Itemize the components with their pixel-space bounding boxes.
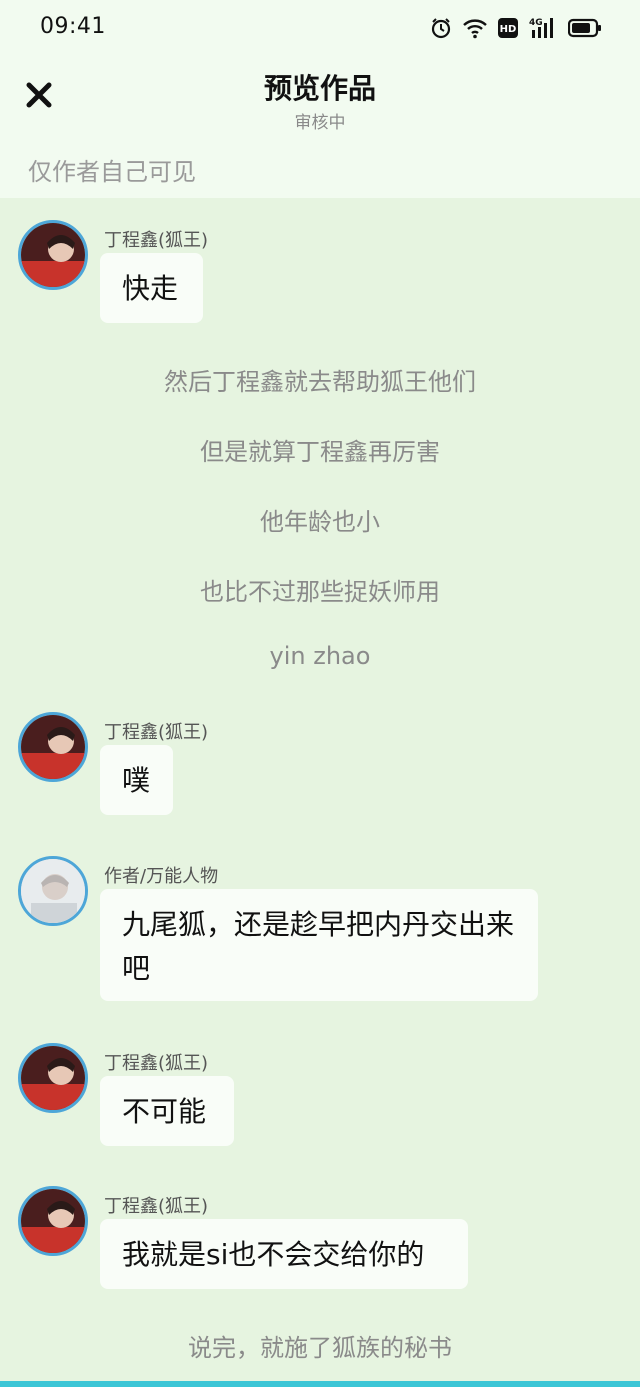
message-bubble: 不可能 (100, 1076, 234, 1146)
avatar[interactable] (18, 712, 88, 782)
narration-text: 他年龄也小 (260, 508, 380, 536)
avatar[interactable] (18, 220, 88, 290)
page-title: 预览作品 (263, 72, 376, 105)
sender-name: 丁程鑫(狐王) (104, 230, 209, 251)
message-bubble: 九尾狐，还是趁早把内丹交出来吧 (100, 889, 538, 1001)
battery-icon (568, 18, 602, 38)
sender-name: 丁程鑫(狐王) (104, 1053, 209, 1074)
avatar[interactable] (18, 1186, 88, 1256)
sender-name: 丁程鑫(狐王) (104, 1196, 209, 1217)
avatar[interactable] (18, 856, 88, 926)
sender-name: 丁程鑫(狐王) (104, 722, 209, 743)
svg-text:HD: HD (500, 24, 517, 35)
message-bubble: 我就是si也不会交给你的 (100, 1219, 468, 1289)
signal-4g-icon: 4G (528, 16, 558, 40)
narration-text: yin zhao (269, 642, 371, 670)
sender-name: 作者/万能人物 (104, 866, 219, 887)
avatar[interactable] (18, 1043, 88, 1113)
review-status: 审核中 (294, 113, 346, 133)
svg-text:4G: 4G (529, 18, 543, 28)
message-bubble: 快走 (100, 253, 203, 323)
status-time: 09:41 (40, 14, 106, 39)
narration-text: 也比不过那些捉妖师用 (200, 578, 440, 606)
wifi-icon (462, 17, 488, 39)
hd-icon: HD (498, 18, 518, 38)
narration-text: 然后丁程鑫就去帮助狐王他们 (164, 368, 476, 396)
visibility-notice: 仅作者自己可见 (28, 158, 196, 186)
chat-area[interactable]: 丁程鑫(狐王) 快走 然后丁程鑫就去帮助狐王他们 但是就算丁程鑫再厉害 他年龄也… (0, 198, 640, 1381)
scroll-indicator (0, 1381, 640, 1387)
status-bar: 09:41 HD 4G (0, 0, 640, 56)
status-icons: HD 4G (430, 14, 602, 42)
alarm-icon (430, 17, 452, 39)
narration-text: 但是就算丁程鑫再厉害 (200, 438, 440, 466)
header: 预览作品 审核中 仅作者自己可见 (0, 56, 640, 198)
narration-text: 说完，就施了狐族的秘书 (188, 1334, 452, 1362)
message-bubble: 噗 (100, 745, 173, 815)
